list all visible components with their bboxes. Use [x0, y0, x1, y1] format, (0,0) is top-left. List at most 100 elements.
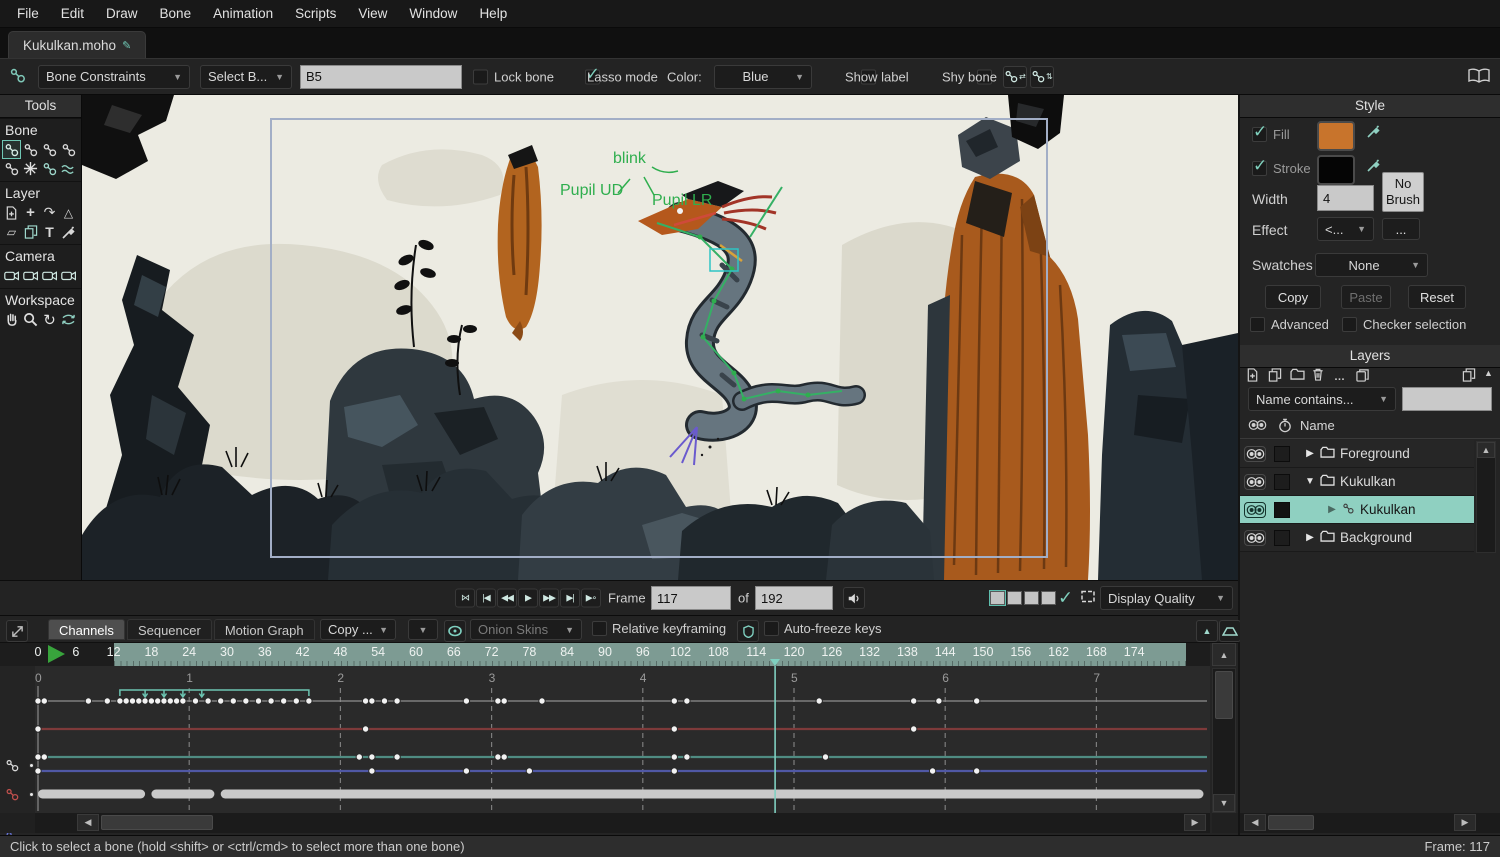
- onion-skins-dropdown[interactable]: Onion Skins▼: [470, 619, 582, 640]
- layer-color-swatch[interactable]: [1274, 446, 1290, 462]
- swatches-dropdown[interactable]: None▼: [1315, 253, 1428, 277]
- layer-options-icon[interactable]: …: [1334, 368, 1346, 383]
- menu-draw[interactable]: Draw: [95, 0, 149, 28]
- fit-timeline-icon[interactable]: [1219, 620, 1241, 642]
- menu-file[interactable]: File: [6, 0, 50, 28]
- layers-scroll-left-icon[interactable]: ◀: [1244, 814, 1266, 831]
- layer-row-foreground[interactable]: ▶Foreground: [1240, 440, 1474, 468]
- fill-checkbox[interactable]: [1252, 127, 1267, 142]
- stroke-checkbox[interactable]: [1252, 161, 1267, 176]
- reset-style-button[interactable]: Reset: [1408, 285, 1466, 309]
- lock-bone-checkbox[interactable]: [473, 69, 488, 84]
- bone-label-pupil-lr[interactable]: Pupil LR: [652, 192, 712, 209]
- offset-bone-tool-icon[interactable]: [40, 159, 59, 178]
- play-button[interactable]: ▶: [518, 589, 538, 608]
- layer-visibility-icon[interactable]: [1244, 502, 1266, 518]
- auto-freeze-checkbox[interactable]: [764, 621, 779, 636]
- bone-dynamics-tool-icon[interactable]: [59, 159, 78, 178]
- four-views-button[interactable]: [1041, 591, 1056, 605]
- shear-layer-tool-icon[interactable]: △: [59, 203, 78, 222]
- zoom-camera-tool-icon[interactable]: [21, 266, 40, 285]
- timeline-horizontal-scrollbar[interactable]: ◀ ▶: [35, 813, 1210, 833]
- rename-document-icon[interactable]: ✎: [122, 39, 131, 52]
- insert-text-tool-icon[interactable]: T: [40, 222, 59, 241]
- paste-style-button[interactable]: Paste: [1341, 285, 1391, 309]
- bone-scale-tool-icon[interactable]: [59, 140, 78, 159]
- collapse-arrow-icon[interactable]: ▼: [1304, 476, 1316, 487]
- canvas-viewport[interactable]: blink Pupil UD Pupil LR: [82, 95, 1238, 580]
- layers-vertical-scrollbar[interactable]: ▲: [1476, 441, 1496, 553]
- zoom-workspace-tool-icon[interactable]: [21, 310, 40, 329]
- to-start-button[interactable]: |◀: [476, 589, 496, 608]
- fill-eyedropper-icon[interactable]: [1366, 123, 1382, 142]
- checker-selection-checkbox[interactable]: [1342, 317, 1357, 332]
- two-views-button[interactable]: [1007, 591, 1022, 605]
- add-bone-tool-icon[interactable]: [21, 140, 40, 159]
- select-bone-tool-icon[interactable]: [2, 140, 21, 159]
- menu-animation[interactable]: Animation: [202, 0, 284, 28]
- bone-color-dropdown[interactable]: Blue▼: [714, 65, 812, 89]
- timeline-tab-motion-graph[interactable]: Motion Graph: [214, 619, 315, 640]
- loop-button[interactable]: ▶∘: [581, 589, 601, 608]
- pan-workspace-tool-icon[interactable]: [2, 310, 21, 329]
- timeline-scroll-right-icon[interactable]: ▶: [1184, 814, 1206, 831]
- skew-layer-tool-icon[interactable]: ▱: [2, 222, 21, 241]
- layer-comps-icon[interactable]: [1356, 368, 1370, 385]
- relative-keyframing-icon[interactable]: [737, 620, 759, 642]
- transform-layer-tool-icon[interactable]: [2, 203, 21, 222]
- advanced-checkbox[interactable]: [1250, 317, 1265, 332]
- duplicate-layer-tool-icon[interactable]: [21, 222, 40, 241]
- layers-scroll-up-icon[interactable]: ▲: [1477, 442, 1495, 458]
- scrollbar-thumb[interactable]: [101, 815, 213, 830]
- flip-bones-horizontal-icon[interactable]: ⇄: [1003, 66, 1027, 88]
- mute-audio-icon[interactable]: [843, 587, 865, 609]
- stroke-width-input[interactable]: [1317, 185, 1374, 211]
- library-book-icon[interactable]: [1468, 68, 1490, 86]
- add-point-tool-icon[interactable]: +: [21, 203, 40, 222]
- timeline-tab-sequencer[interactable]: Sequencer: [127, 619, 212, 640]
- effect-dropdown[interactable]: <...▼: [1317, 217, 1374, 241]
- menu-scripts[interactable]: Scripts: [284, 0, 347, 28]
- bone-red-track-channel-icon[interactable]: [5, 787, 20, 805]
- copy-style-button[interactable]: Copy: [1265, 285, 1321, 309]
- rotate-layer-tool-icon[interactable]: ↷: [40, 203, 59, 222]
- layer-reference-icon[interactable]: [1462, 368, 1476, 385]
- relative-keyframing-checkbox[interactable]: [592, 621, 607, 636]
- menu-bone[interactable]: Bone: [149, 0, 203, 28]
- no-brush-button[interactable]: No Brush: [1382, 172, 1424, 212]
- scrollbar-thumb[interactable]: [1268, 815, 1314, 830]
- three-views-button[interactable]: [1024, 591, 1039, 605]
- roll-camera-tool-icon[interactable]: [40, 266, 59, 285]
- enable-drawing-check-icon[interactable]: ✓: [1058, 588, 1073, 609]
- layer-row-kukulkan-selected[interactable]: ▶Kukulkan: [1240, 496, 1474, 524]
- expand-arrow-icon[interactable]: ▶: [1304, 532, 1316, 543]
- new-group-icon[interactable]: [1290, 368, 1305, 383]
- reparent-bone-tool-icon[interactable]: [40, 140, 59, 159]
- to-end-button[interactable]: ▶|: [560, 589, 580, 608]
- layer-filter-input[interactable]: [1402, 387, 1492, 411]
- orbit-workspace-tool-icon[interactable]: [59, 310, 78, 329]
- menu-view[interactable]: View: [347, 0, 398, 28]
- delete-layer-icon[interactable]: [1312, 368, 1324, 384]
- layer-visibility-icon[interactable]: [1244, 474, 1266, 490]
- loop-range-button[interactable]: ⋈: [455, 589, 475, 608]
- duplicate-layer-icon[interactable]: [1268, 368, 1282, 385]
- current-frame-marker[interactable]: [770, 659, 780, 666]
- layer-row-background[interactable]: ▶Background: [1240, 524, 1474, 552]
- bone-constraints-dropdown[interactable]: Bone Constraints▼: [38, 65, 190, 89]
- layers-scroll-right-icon[interactable]: ▶: [1454, 814, 1476, 831]
- layer-row-kukulkan[interactable]: ▼Kukulkan: [1240, 468, 1474, 496]
- collapse-layers-icon[interactable]: ▲: [1484, 368, 1493, 378]
- layer-visibility-icon[interactable]: [1244, 530, 1266, 546]
- timeline-scroll-up-icon[interactable]: ▲: [1212, 643, 1236, 666]
- bone-label-blink[interactable]: blink: [613, 150, 647, 167]
- effect-more-button[interactable]: ...: [1382, 218, 1420, 240]
- bind-bone-tool-icon[interactable]: [2, 159, 21, 178]
- layer-color-swatch[interactable]: [1274, 502, 1290, 518]
- scrollbar-thumb[interactable]: [1215, 671, 1233, 719]
- bone-label-pupil-ud[interactable]: Pupil UD: [560, 182, 623, 199]
- pan-tilt-camera-tool-icon[interactable]: [59, 266, 78, 285]
- new-layer-icon[interactable]: [1246, 368, 1259, 385]
- step-forward-button[interactable]: ▶▶: [539, 589, 559, 608]
- copy-keyframes-dropdown[interactable]: Copy ...▼: [320, 619, 396, 640]
